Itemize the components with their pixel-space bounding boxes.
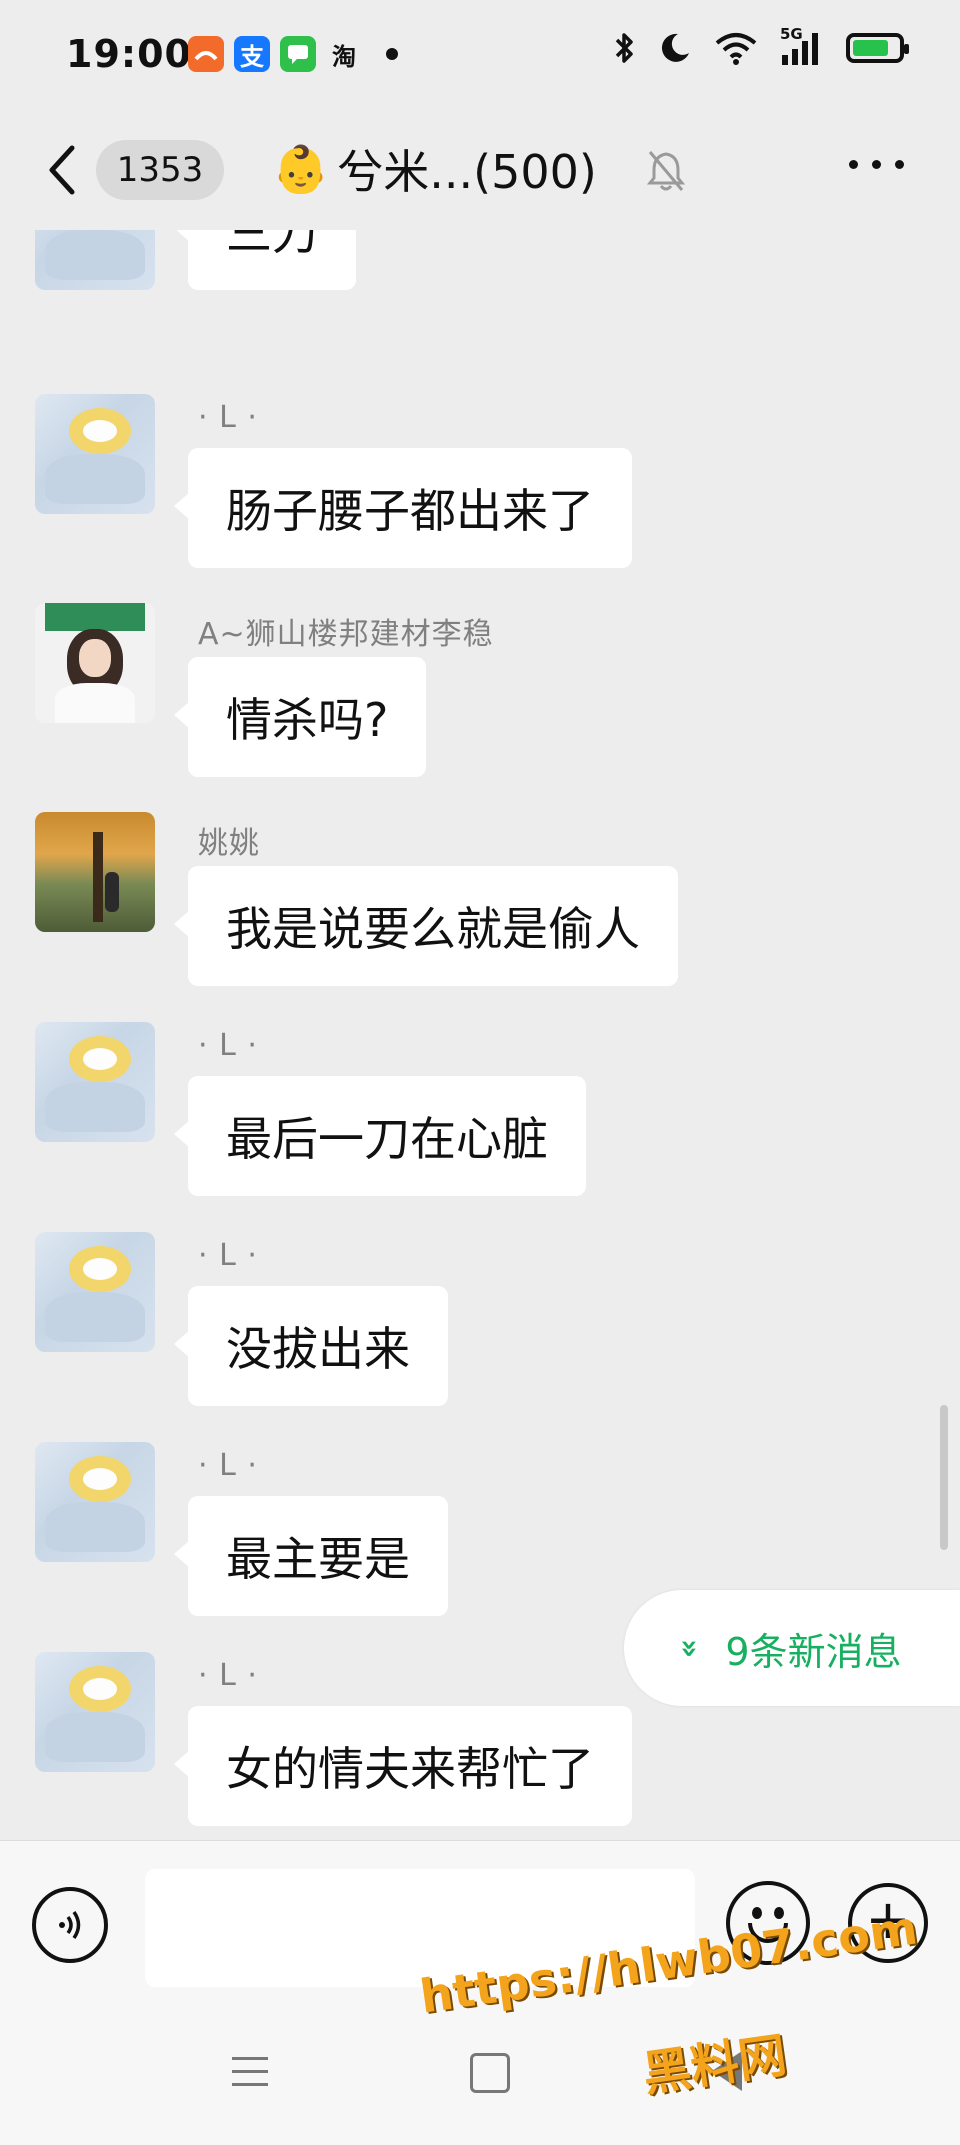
message-bubble[interactable]: 女的情夫来帮忙了 <box>174 1706 632 1826</box>
more-options-button[interactable] <box>849 160 904 169</box>
sender-name: · L · <box>198 1028 258 1063</box>
message-bubble[interactable]: 最主要是 <box>174 1496 448 1616</box>
wifi-icon <box>715 33 757 65</box>
aliexpress-icon <box>188 36 224 72</box>
voice-input-button[interactable] <box>32 1887 108 1963</box>
more-notifications-dot <box>386 48 398 60</box>
messages-icon <box>280 36 316 72</box>
chevron-left-icon <box>49 145 75 195</box>
more-dot-icon <box>849 160 858 169</box>
avatar-plush[interactable] <box>35 230 155 290</box>
new-messages-button[interactable]: » 9条新消息 <box>624 1590 960 1706</box>
system-nav-bar <box>0 2015 960 2145</box>
taobao-icon: 淘 <box>332 42 356 71</box>
battery-level <box>853 40 888 56</box>
chat-header: 1353 👶 兮米...(500) <box>0 110 960 230</box>
cellular-signal-icon: 5G <box>780 25 824 65</box>
more-dot-icon <box>872 160 881 169</box>
avatar-girl[interactable] <box>35 603 155 723</box>
avatar-plush[interactable] <box>35 1442 155 1562</box>
message-bubble[interactable]: 情杀吗? <box>173 657 427 777</box>
sender-name: A~狮山楼邦建材李稳 <box>198 617 494 652</box>
sender-name: · L · <box>198 1658 258 1693</box>
message-bubble[interactable]: 肠子腰子都出来了 <box>174 448 632 568</box>
more-dot-icon <box>895 160 904 169</box>
scrollbar[interactable] <box>940 1405 948 1550</box>
avatar-plush[interactable] <box>35 1022 155 1142</box>
back-button[interactable] <box>42 140 82 200</box>
chat-title-text: 兮米...(500) <box>337 145 597 199</box>
message-bubble[interactable]: 最后一刀在心脏 <box>174 1076 586 1196</box>
double-chevron-down-icon: » <box>672 1638 708 1658</box>
avatar-tree[interactable] <box>35 812 155 932</box>
moon-icon <box>661 33 689 62</box>
avatar-plush[interactable] <box>35 1232 155 1352</box>
status-bar: 19:00 支 淘 5G <box>0 0 960 110</box>
message-bubble[interactable]: 没拔出来 <box>174 1286 448 1406</box>
status-time: 19:00 <box>66 32 192 76</box>
unread-count-badge[interactable]: 1353 <box>96 140 224 200</box>
battery-icon <box>846 33 909 63</box>
network-type: 5G <box>780 25 803 43</box>
system-icons: 5G <box>614 25 909 66</box>
muted-bell-icon <box>646 151 686 191</box>
notification-icons: 支 淘 <box>188 36 398 72</box>
message-bubble[interactable]: 我是说要么就是偷人 <box>174 866 678 986</box>
smiley-icon <box>752 1907 762 1919</box>
recent-apps-button[interactable] <box>232 2057 268 2087</box>
sender-name: · L · <box>198 1448 258 1483</box>
sender-name: 姚姚 <box>198 826 260 861</box>
message-bubble[interactable]: 三刀 <box>174 230 356 290</box>
bluetooth-icon <box>615 33 633 63</box>
chat-title[interactable]: 👶 兮米...(500) <box>272 136 597 202</box>
baby-emoji-icon: 👶 <box>272 141 330 196</box>
alipay-icon: 支 <box>234 36 270 72</box>
home-button[interactable] <box>470 2053 510 2093</box>
voice-icon <box>59 1911 81 1939</box>
avatar-plush[interactable] <box>35 1652 155 1772</box>
avatar-plush[interactable] <box>35 394 155 514</box>
sender-name: · L · <box>198 1238 258 1273</box>
sender-name: · L · <box>198 400 258 435</box>
new-messages-label: 9条新消息 <box>725 1629 902 1674</box>
